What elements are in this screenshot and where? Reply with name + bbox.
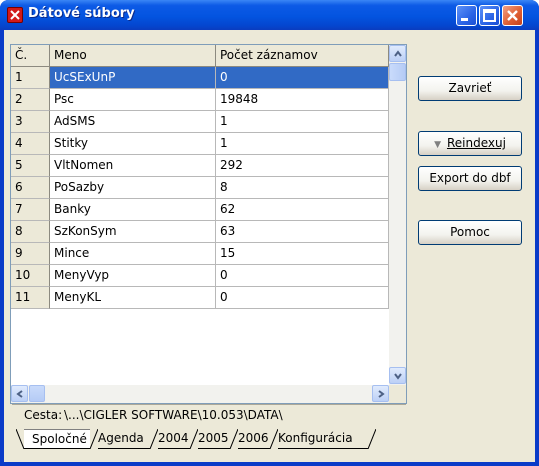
row-count[interactable]: 0: [216, 67, 389, 89]
data-files-grid[interactable]: Č. Meno Počet záznamov 1 UcSExUnP 0 2 Ps…: [10, 44, 407, 404]
data-files-window: Dátové súbory Č. Meno Počet záznamov 1 U…: [0, 0, 539, 466]
chevron-left-icon: [16, 390, 23, 398]
table-row[interactable]: 1 UcSExUnP 0: [11, 67, 389, 89]
column-header-name[interactable]: Meno: [50, 45, 216, 67]
tab-separator: [150, 429, 158, 449]
table-row[interactable]: 8 SzKonSym 63: [11, 221, 389, 243]
table-row[interactable]: 10 MenyVyp 0: [11, 265, 389, 287]
row-name[interactable]: Banky: [50, 199, 216, 221]
reindex-button[interactable]: ▼ Reindexuj: [418, 131, 522, 156]
row-count[interactable]: 63: [216, 221, 389, 243]
row-name[interactable]: VltNomen: [50, 155, 216, 177]
table-row[interactable]: 3 AdSMS 1: [11, 111, 389, 133]
help-button[interactable]: Pomoc: [418, 220, 522, 245]
tab-konfiguracia[interactable]: Konfigurácia: [278, 429, 368, 449]
close-window-button[interactable]: [502, 5, 523, 26]
column-header-number[interactable]: Č.: [11, 45, 50, 67]
grid-body[interactable]: Č. Meno Počet záznamov 1 UcSExUnP 0 2 Ps…: [11, 45, 389, 385]
tab-separator: [190, 429, 198, 449]
row-name[interactable]: Stitky: [50, 133, 216, 155]
tab-separator: [230, 429, 238, 449]
chevron-down-icon: [394, 373, 402, 380]
row-number: 3: [11, 111, 50, 133]
tab-2004[interactable]: 2004: [158, 429, 190, 449]
maximize-button[interactable]: [479, 5, 500, 26]
window-client-area: Č. Meno Počet záznamov 1 UcSExUnP 0 2 Ps…: [4, 30, 535, 462]
tab-separator: [90, 429, 98, 449]
column-header-count[interactable]: Počet záznamov: [216, 45, 389, 67]
row-count[interactable]: 1: [216, 133, 389, 155]
scroll-right-button[interactable]: [372, 385, 389, 402]
row-count[interactable]: 62: [216, 199, 389, 221]
row-number: 4: [11, 133, 50, 155]
row-number: 10: [11, 265, 50, 287]
tab-2005[interactable]: 2005: [198, 429, 230, 449]
row-number: 5: [11, 155, 50, 177]
row-number: 8: [11, 221, 50, 243]
table-row[interactable]: 2 Psc 19848: [11, 89, 389, 111]
chevron-right-icon: [378, 390, 385, 398]
tab-2006[interactable]: 2006: [238, 429, 270, 449]
path-value: \...\CIGLER SOFTWARE\10.053\DATA\: [64, 408, 283, 422]
chevron-up-icon: [394, 50, 402, 57]
table-row[interactable]: 7 Banky 62: [11, 199, 389, 221]
vertical-scrollbar[interactable]: [389, 45, 406, 385]
tab-separator: [16, 429, 24, 449]
export-dbf-button[interactable]: Export do dbf: [418, 166, 522, 191]
table-row[interactable]: 4 Stitky 1: [11, 133, 389, 155]
row-name[interactable]: Psc: [50, 89, 216, 111]
tab-separator: [368, 429, 376, 449]
tab-spolocne[interactable]: Spoločné: [24, 429, 90, 449]
scroll-down-button[interactable]: [389, 367, 406, 384]
horizontal-scrollbar[interactable]: [11, 385, 389, 403]
row-name[interactable]: AdSMS: [50, 111, 216, 133]
title-bar[interactable]: Dátové súbory: [0, 0, 539, 30]
horizontal-scroll-thumb[interactable]: [29, 385, 45, 402]
row-name[interactable]: Mince: [50, 243, 216, 265]
row-count[interactable]: 19848: [216, 89, 389, 111]
triangle-down-icon: ▼: [434, 140, 441, 150]
tab-separator: [270, 429, 278, 449]
table-row[interactable]: 6 PoSazby 8: [11, 177, 389, 199]
scroll-up-button[interactable]: [389, 45, 406, 62]
row-name[interactable]: MenyKL: [50, 287, 216, 309]
row-name[interactable]: MenyVyp: [50, 265, 216, 287]
row-count[interactable]: 15: [216, 243, 389, 265]
tab-agenda[interactable]: Agenda: [98, 429, 150, 449]
path-panel: Cesta: \...\CIGLER SOFTWARE\10.053\DATA\: [12, 404, 406, 425]
row-number: 6: [11, 177, 50, 199]
table-row[interactable]: 5 VltNomen 292: [11, 155, 389, 177]
row-number: 1: [11, 67, 50, 89]
app-icon[interactable]: [7, 7, 23, 23]
row-count[interactable]: 0: [216, 265, 389, 287]
row-count[interactable]: 8: [216, 177, 389, 199]
table-row[interactable]: 11 MenyKL 0: [11, 287, 389, 309]
scrollbar-corner: [389, 385, 406, 403]
export-button-label: Export do dbf: [429, 171, 511, 185]
row-name[interactable]: UcSExUnP: [50, 67, 216, 89]
close-button-label: Zavrieť: [448, 81, 492, 95]
row-number: 11: [11, 287, 50, 309]
row-number: 9: [11, 243, 50, 265]
window-title: Dátové súbory: [28, 6, 135, 21]
row-count[interactable]: 1: [216, 111, 389, 133]
grid-header: Č. Meno Počet záznamov: [11, 45, 389, 67]
table-row[interactable]: 9 Mince 15: [11, 243, 389, 265]
row-number: 2: [11, 89, 50, 111]
row-name[interactable]: SzKonSym: [50, 221, 216, 243]
row-count[interactable]: 0: [216, 287, 389, 309]
scroll-left-button[interactable]: [11, 385, 28, 402]
minimize-button[interactable]: [456, 5, 477, 26]
row-count[interactable]: 292: [216, 155, 389, 177]
help-button-label: Pomoc: [450, 225, 490, 239]
row-name[interactable]: PoSazby: [50, 177, 216, 199]
path-label: Cesta:: [24, 408, 63, 422]
reindex-button-label: Reindexuj: [446, 136, 506, 150]
row-number: 7: [11, 199, 50, 221]
vertical-scroll-thumb[interactable]: [389, 63, 406, 81]
close-button[interactable]: Zavrieť: [418, 76, 522, 101]
